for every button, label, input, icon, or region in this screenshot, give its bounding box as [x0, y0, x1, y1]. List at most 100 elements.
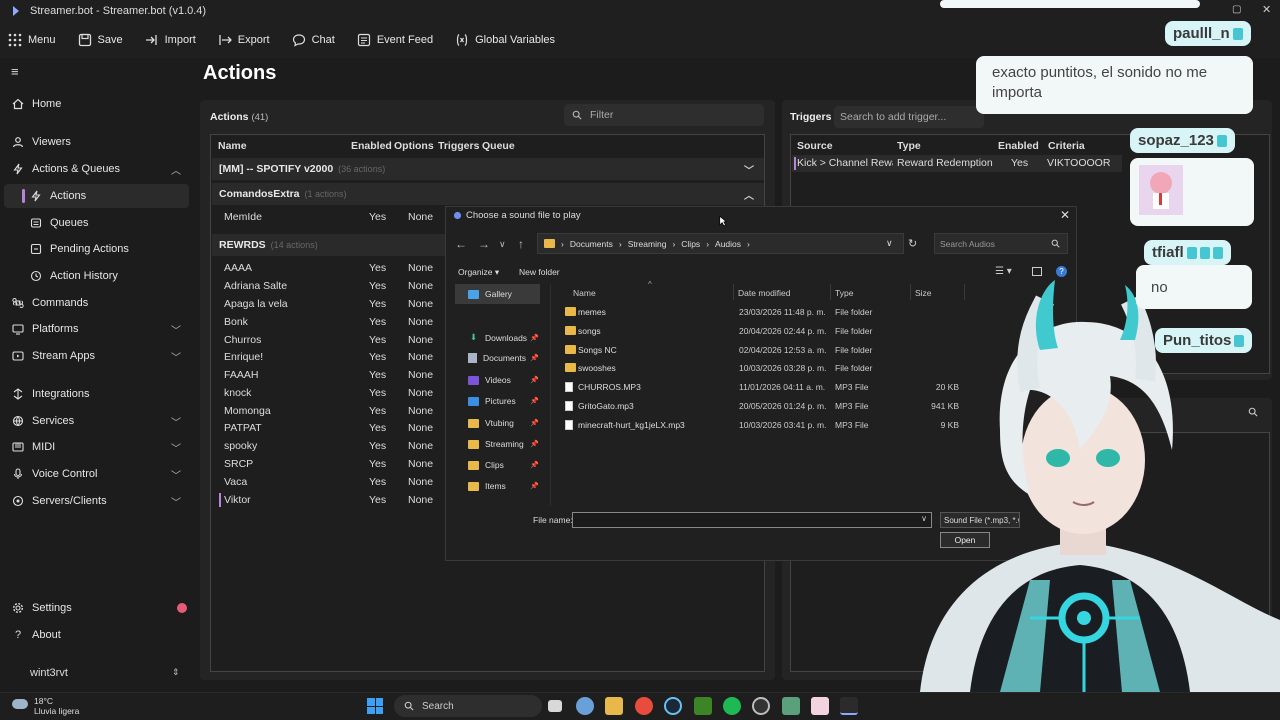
sidebar-item-settings[interactable]: Settings: [12, 602, 187, 614]
chat-button[interactable]: Chat: [292, 33, 335, 47]
sidebar-item-servers-clients[interactable]: Servers/Clients ﹀: [12, 495, 187, 509]
event-feed-button[interactable]: Event Feed: [357, 33, 433, 47]
sidebar-item-commands[interactable]: Commands: [12, 297, 187, 309]
nav-item-downloads[interactable]: ⬇ Downloads 📌: [468, 332, 539, 343]
trigger-column-enabled[interactable]: Enabled: [998, 140, 1039, 152]
up-arrow-icon[interactable]: ↑: [518, 237, 524, 251]
nav-item-streaming[interactable]: Streaming 📌: [468, 439, 539, 449]
export-button[interactable]: Export: [218, 33, 270, 47]
sidebar-item-voice-control[interactable]: Voice Control ﹀: [12, 468, 187, 482]
table-row[interactable]: spooky Yes None: [212, 440, 452, 457]
sidebar-item-viewers[interactable]: Viewers: [12, 136, 187, 148]
column-separator[interactable]: [733, 284, 734, 300]
save-button[interactable]: Save: [78, 33, 123, 47]
trigger-column-criteria[interactable]: Criteria: [1048, 140, 1085, 152]
obs-icon[interactable]: [752, 697, 770, 715]
weather-widget[interactable]: 18°C Lluvia ligera: [10, 695, 90, 717]
sidebar-item-services[interactable]: Services ﹀: [12, 415, 187, 429]
table-row[interactable]: Adriana Salte Yes None: [212, 280, 452, 297]
nav-item-clips[interactable]: Clips 📌: [468, 460, 539, 470]
group-row-comandosextra[interactable]: ComandosExtra (1 actions) ︿: [212, 183, 764, 205]
nav-item-vtubing[interactable]: Vtubing 📌: [468, 418, 539, 428]
start-button[interactable]: [367, 698, 383, 714]
file-explorer-icon[interactable]: [605, 697, 623, 715]
spotify-icon[interactable]: [723, 697, 741, 715]
sidebar-item-midi[interactable]: MIDI ﹀: [12, 441, 187, 455]
dialog-close-icon[interactable]: ✕: [1060, 208, 1070, 222]
chrome-icon[interactable]: [635, 697, 653, 715]
taskbar-search[interactable]: Search: [394, 695, 542, 717]
nav-item-documents[interactable]: Documents 📌: [468, 353, 539, 363]
column-header-options[interactable]: Options: [394, 140, 434, 152]
sidebar-item-home[interactable]: Home: [12, 98, 187, 110]
nav-item-pictures[interactable]: Pictures 📌: [468, 396, 539, 406]
sidebar-item-action-history[interactable]: Action History: [30, 270, 180, 282]
table-row[interactable]: Apaga la vela Yes None: [212, 298, 452, 315]
sidebar-item-pending-actions[interactable]: Pending Actions: [30, 243, 180, 255]
profile-switcher[interactable]: wint3rvt ⇕: [30, 667, 180, 679]
nav-item-gallery[interactable]: Gallery: [468, 289, 512, 299]
close-window-icon[interactable]: ✕: [1262, 3, 1271, 16]
refresh-icon[interactable]: ↻: [908, 237, 917, 250]
table-row[interactable]: FAAAH Yes None: [212, 369, 452, 386]
recent-chevron-icon[interactable]: ∨: [499, 239, 506, 250]
table-row[interactable]: Momonga Yes None: [212, 405, 452, 422]
menu-button[interactable]: Menu: [8, 33, 56, 47]
file-name-input[interactable]: ∨: [572, 512, 932, 528]
sidebar-item-integrations[interactable]: Integrations: [12, 388, 187, 400]
table-row-selected[interactable]: Viktor Yes None: [212, 494, 452, 511]
filter-input[interactable]: Filter: [564, 104, 764, 126]
column-header-triggers[interactable]: Triggers: [438, 140, 479, 152]
table-row[interactable]: AAAA Yes None: [212, 262, 452, 279]
table-row[interactable]: MemIde Yes None: [212, 211, 452, 228]
preview-pane-icon[interactable]: [1032, 267, 1042, 276]
dialog-search-input[interactable]: Search Audios: [934, 233, 1068, 254]
address-dropdown-icon[interactable]: ∨: [886, 238, 893, 249]
column-header-queue[interactable]: Queue: [482, 140, 515, 152]
table-row[interactable]: knock Yes None: [212, 387, 452, 404]
file-column-date[interactable]: Date modified: [738, 288, 790, 298]
trigger-column-source[interactable]: Source: [797, 140, 833, 152]
breadcrumb-item[interactable]: Documents: [570, 239, 613, 249]
app-icon[interactable]: [782, 697, 800, 715]
table-row[interactable]: Vaca Yes None: [212, 476, 452, 493]
task-view-icon[interactable]: [548, 700, 562, 712]
group-row-spotify[interactable]: [MM] -- SPOTIFY v2000 (36 actions) ﹀: [212, 158, 764, 180]
sidebar-item-stream-apps[interactable]: Stream Apps ﹀: [12, 350, 187, 364]
back-arrow-icon[interactable]: ←: [455, 237, 467, 251]
column-header-name[interactable]: Name: [218, 140, 247, 152]
sidebar-item-actions-queues[interactable]: Actions & Queues ︿: [12, 163, 187, 177]
table-row[interactable]: PATPAT Yes None: [212, 422, 452, 439]
table-row[interactable]: SRCP Yes None: [212, 458, 452, 475]
forward-arrow-icon[interactable]: →: [478, 237, 490, 251]
trigger-column-type[interactable]: Type: [897, 140, 921, 152]
table-row[interactable]: Bonk Yes None: [212, 316, 452, 333]
trigger-row[interactable]: Kick > Channel Reward Reward Redemption …: [792, 155, 1122, 172]
sidebar-item-about[interactable]: ? About: [12, 629, 187, 641]
sidebar-item-platforms[interactable]: Platforms ﹀: [12, 323, 187, 337]
trigger-search-input[interactable]: Search to add trigger...: [834, 106, 984, 128]
column-header-enabled[interactable]: Enabled: [351, 140, 392, 152]
maximize-icon[interactable]: ▢: [1232, 4, 1241, 15]
app-icon[interactable]: [811, 697, 829, 715]
table-row[interactable]: Enrique! Yes None: [212, 351, 452, 368]
steam-icon[interactable]: [664, 697, 682, 715]
nav-item-videos[interactable]: Videos 📌: [468, 375, 539, 385]
hamburger-icon[interactable]: ≡: [11, 64, 19, 79]
help-icon[interactable]: ?: [1056, 266, 1067, 277]
sidebar-item-actions[interactable]: Actions: [30, 190, 180, 202]
breadcrumb-item[interactable]: Streaming: [628, 239, 667, 249]
streamerbot-taskbar-icon[interactable]: [840, 697, 858, 715]
column-separator[interactable]: [830, 284, 831, 300]
file-column-name[interactable]: Name: [573, 288, 596, 298]
view-options-icon[interactable]: ☰ ▾: [995, 266, 1012, 277]
address-bar[interactable]: › Documents › Streaming › Clips › Audios…: [537, 233, 904, 254]
file-column-type[interactable]: Type: [835, 288, 853, 298]
import-button[interactable]: Import: [145, 33, 196, 47]
table-row[interactable]: Churros Yes None: [212, 334, 452, 351]
breadcrumb-item[interactable]: Clips: [681, 239, 700, 249]
organize-button[interactable]: Organize ▾: [458, 267, 499, 278]
global-variables-button[interactable]: Global Variables: [455, 33, 555, 47]
minecraft-icon[interactable]: [694, 697, 712, 715]
new-folder-button[interactable]: New folder: [519, 267, 560, 277]
